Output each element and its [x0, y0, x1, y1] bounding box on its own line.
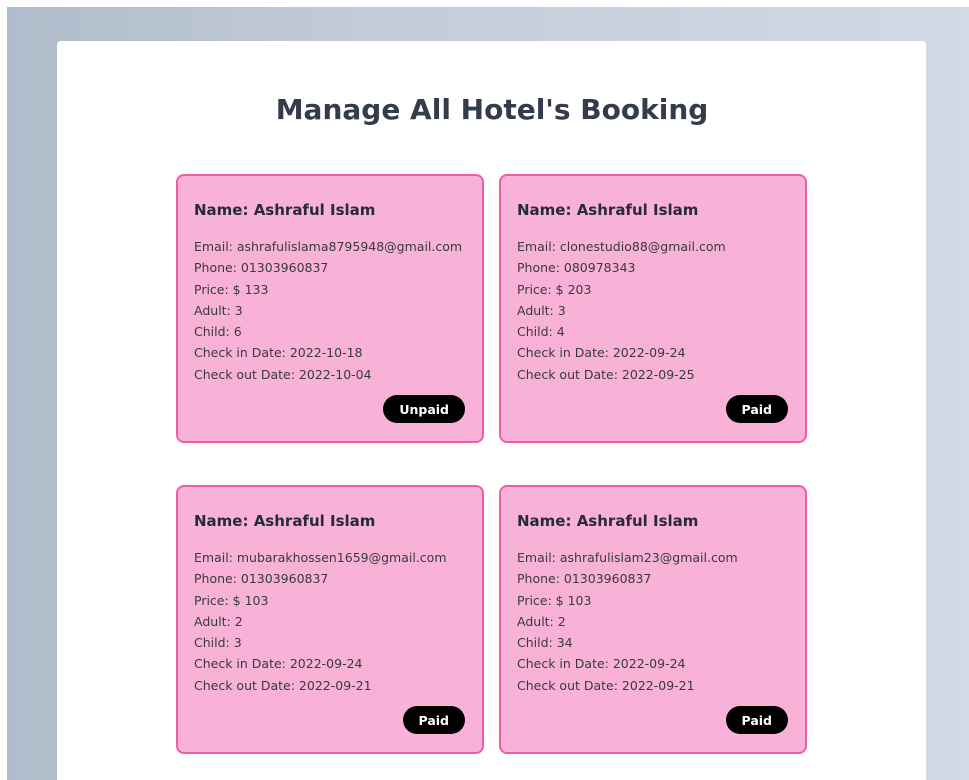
booking-email: Email: clonestudio88@gmail.com	[517, 239, 726, 254]
booking-adult: Adult: 3	[194, 302, 243, 318]
booking-details: Email: mubarakhossen1659@gmail.com Phone…	[194, 547, 466, 696]
booking-checkin-date: Check in Date: 2022-09-24	[517, 656, 686, 672]
booking-price: Price: $ 203	[517, 281, 592, 297]
booking-email: Email: ashrafulislama8795948@gmail.com	[194, 239, 463, 254]
viewport-top-edge	[0, 0, 969, 7]
booking-checkout-date: Check out Date: 2022-09-25	[517, 366, 695, 382]
booking-child: Child: 3	[194, 635, 242, 651]
booking-details: Email: ashrafulislama8795948@gmail.com P…	[194, 236, 466, 385]
booking-adult: Adult: 2	[194, 613, 243, 629]
status-button[interactable]: Paid	[725, 706, 788, 734]
booking-checkin-date: Check in Date: 2022-09-24	[517, 345, 686, 361]
booking-price: Price: $ 103	[194, 592, 269, 608]
booking-child: Child: 6	[194, 324, 242, 340]
booking-adult: Adult: 3	[517, 302, 566, 318]
booking-phone: Phone: 01303960837	[194, 571, 329, 587]
booking-checkout-date: Check out Date: 2022-10-04	[194, 366, 372, 382]
booking-phone: Phone: 01303960837	[194, 260, 329, 276]
status-button[interactable]: Unpaid	[383, 395, 465, 423]
booking-phone: Phone: 01303960837	[517, 571, 652, 587]
booking-checkin-date: Check in Date: 2022-10-18	[194, 345, 363, 361]
booking-checkin-date: Check in Date: 2022-09-24	[194, 656, 363, 672]
booking-card: Name: Ashraful Islam Email: mubarakhosse…	[176, 485, 484, 754]
booking-card: Name: Ashraful Islam Email: ashrafulisla…	[176, 174, 484, 443]
booking-email: Email: ashrafulislam23@gmail.com	[517, 550, 738, 565]
booking-child: Child: 4	[517, 324, 565, 340]
booking-name: Name: Ashraful Islam	[517, 512, 699, 530]
booking-card: Name: Ashraful Islam Email: ashrafulisla…	[499, 485, 807, 754]
booking-adult: Adult: 2	[517, 613, 566, 629]
booking-details: Email: clonestudio88@gmail.com Phone: 08…	[517, 236, 789, 385]
booking-child: Child: 34	[517, 635, 573, 651]
booking-price: Price: $ 133	[194, 281, 269, 297]
booking-details: Email: ashrafulislam23@gmail.com Phone: …	[517, 547, 789, 696]
status-button[interactable]: Paid	[402, 706, 465, 734]
booking-checkout-date: Check out Date: 2022-09-21	[517, 677, 695, 693]
page-title: Manage All Hotel's Booking	[275, 93, 709, 126]
booking-phone: Phone: 080978343	[517, 260, 636, 276]
booking-price: Price: $ 103	[517, 592, 592, 608]
booking-name: Name: Ashraful Islam	[194, 201, 376, 219]
booking-name: Name: Ashraful Islam	[517, 201, 699, 219]
booking-checkout-date: Check out Date: 2022-09-21	[194, 677, 372, 693]
booking-email: Email: mubarakhossen1659@gmail.com	[194, 550, 447, 565]
status-button[interactable]: Paid	[725, 395, 788, 423]
booking-card: Name: Ashraful Islam Email: clonestudio8…	[499, 174, 807, 443]
booking-name: Name: Ashraful Islam	[194, 512, 376, 530]
